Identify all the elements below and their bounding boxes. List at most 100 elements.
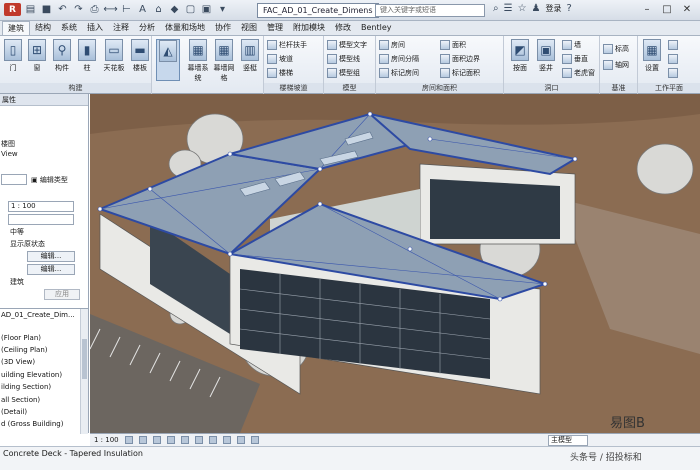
view-type-dropdown[interactable] [1, 174, 27, 185]
curtain-grid-button[interactable]: ▦ 幕墙网格 [212, 39, 236, 83]
room-button[interactable]: 房间 [379, 40, 405, 50]
switch-windows-icon[interactable]: ▣ [200, 3, 213, 16]
login-link[interactable]: 登录 [546, 3, 562, 14]
search-input[interactable]: 键入关键字或短语 [375, 4, 485, 17]
undo-icon[interactable]: ↶ [56, 3, 69, 16]
visibility-edit-button[interactable]: 编辑... [27, 251, 75, 262]
apply-button[interactable]: 应用 [44, 289, 80, 300]
reveal-hidden-icon[interactable] [250, 436, 259, 444]
tab-1[interactable]: 结构 [30, 21, 56, 35]
stair-button[interactable]: 楼梯 [267, 68, 293, 78]
tree-item-elevation[interactable]: uilding Elevation) [1, 371, 62, 379]
detail-level-value[interactable]: 中等 [10, 227, 24, 237]
show-crop-icon[interactable] [208, 436, 217, 444]
tab-8[interactable]: 视图 [236, 21, 262, 35]
redo-icon[interactable]: ↷ [72, 3, 85, 16]
binoculars-icon[interactable]: ⌕ [493, 3, 499, 14]
scale-value-field[interactable] [8, 214, 74, 225]
tree-item-building-section[interactable]: ilding Section) [1, 383, 51, 391]
3d-viewport[interactable]: 易图B [90, 94, 700, 433]
tab-4[interactable]: 注释 [108, 21, 134, 35]
view-scale[interactable]: 1 : 100 [94, 436, 119, 444]
tab-12[interactable]: Bentley [356, 21, 397, 35]
maximize-icon[interactable]: □ [658, 2, 676, 17]
discipline-value[interactable]: 建筑 [10, 277, 24, 287]
floor-button[interactable]: ▬ 楼板 [128, 39, 152, 73]
close-hidden-icon[interactable]: ▢ [184, 3, 197, 16]
browser-root[interactable]: AD_01_Create_Dim... [1, 311, 75, 319]
tab-2[interactable]: 系统 [56, 21, 82, 35]
viewer-button[interactable] [668, 68, 678, 78]
tree-item-wall-section[interactable]: all Section) [1, 396, 40, 404]
edit-type-button[interactable]: ▣ 编辑类型 [31, 175, 68, 185]
dropdown-icon[interactable]: ▾ [216, 3, 229, 16]
measure-icon[interactable]: ⟷ [103, 3, 117, 16]
print-icon[interactable]: ⎙ [88, 3, 101, 16]
tab-6[interactable]: 体量和场地 [160, 21, 210, 35]
tag-room-button[interactable]: 标记房间 [379, 68, 419, 78]
mullion-button[interactable]: ▥ 竖梃 [238, 39, 262, 73]
open-icon[interactable]: ▤ [24, 3, 37, 16]
revit-app-icon[interactable]: R [4, 3, 21, 16]
tag-area-button[interactable]: 标记面积 [440, 68, 480, 78]
help-icon[interactable]: ? [567, 3, 572, 14]
view-scale-field[interactable]: 1 : 100 [8, 201, 74, 212]
model-line-button[interactable]: 模型线 [327, 54, 360, 64]
display-model-value[interactable]: 显示原状态 [10, 239, 45, 249]
model-group-button[interactable]: 模型组 [327, 68, 360, 78]
close-icon[interactable]: ✕ [678, 2, 696, 17]
user-icon[interactable]: ♟ [532, 3, 541, 14]
curtain-system-button[interactable]: ▦ 幕墙系统 [186, 39, 210, 83]
room-separator-button[interactable]: 房间分隔 [379, 54, 419, 64]
main-model-selector[interactable]: 主模型 [548, 435, 588, 446]
tab-11[interactable]: 修改 [330, 21, 356, 35]
grid-button[interactable]: 轴网 [603, 60, 629, 70]
column-button[interactable]: ▮ 柱 [75, 39, 99, 73]
by-face-button[interactable]: ◩ 按面 [508, 39, 532, 73]
text-icon[interactable]: A [136, 3, 149, 16]
crop-view-icon[interactable] [194, 436, 203, 444]
shaft-button[interactable]: ▣ 竖井 [534, 39, 558, 73]
wall-opening-button[interactable]: 墙 [562, 40, 581, 50]
dimension-icon[interactable]: ⊢ [120, 3, 133, 16]
ceiling-button[interactable]: ▭ 天花板 [100, 39, 128, 73]
vertical-opening-button[interactable]: 垂直 [562, 54, 588, 64]
component-button[interactable]: ⚲ 构件 [50, 39, 74, 73]
railing-button[interactable]: 栏杆扶手 [267, 40, 307, 50]
show-workplane-button[interactable] [668, 40, 678, 50]
dormer-button[interactable]: 老虎窗 [562, 68, 595, 78]
tree-item-gross-building[interactable]: d (Gross Building) [1, 420, 63, 428]
browser-scroll-thumb[interactable] [82, 339, 87, 379]
subscription-icon[interactable]: ☰ [504, 3, 513, 14]
tree-item-floor-plan[interactable]: (Floor Plan) [1, 334, 41, 342]
tab-9[interactable]: 管理 [262, 21, 288, 35]
tab-7[interactable]: 协作 [210, 21, 236, 35]
minimize-icon[interactable]: – [638, 2, 656, 17]
tab-5[interactable]: 分析 [134, 21, 160, 35]
tab-0[interactable]: 建筑 [2, 21, 30, 35]
area-boundary-button[interactable]: 面积边界 [440, 54, 480, 64]
render-icon[interactable] [180, 436, 189, 444]
star-icon[interactable]: ☆ [518, 3, 527, 14]
lock-view-icon[interactable] [222, 436, 231, 444]
door-button[interactable]: ▯ 门 [1, 39, 25, 73]
visual-style-icon[interactable] [138, 436, 147, 444]
shadows-icon[interactable] [166, 436, 175, 444]
temporary-hide-icon[interactable] [236, 436, 245, 444]
window-button[interactable]: ⊞ 窗 [25, 39, 49, 73]
ramp-button[interactable]: 坡道 [267, 54, 293, 64]
browser-scrollbar[interactable] [80, 309, 88, 434]
tab-3[interactable]: 插入 [82, 21, 108, 35]
tab-10[interactable]: 附加模块 [288, 21, 330, 35]
section-icon[interactable]: ◆ [168, 3, 181, 16]
tree-item-detail[interactable]: (Detail) [1, 408, 27, 416]
level-button[interactable]: 标高 [603, 44, 629, 54]
detail-level-icon[interactable] [124, 436, 133, 444]
sun-path-icon[interactable] [152, 436, 161, 444]
graphics-edit-button[interactable]: 编辑... [27, 264, 75, 275]
set-workplane-button[interactable]: ▦ 设置 [640, 39, 664, 73]
area-button[interactable]: 面积 [440, 40, 466, 50]
tree-item-ceiling-plan[interactable]: (Ceiling Plan) [1, 346, 48, 354]
model-text-button[interactable]: 模型文字 [327, 40, 367, 50]
3d-view-icon[interactable]: ⌂ [152, 3, 165, 16]
